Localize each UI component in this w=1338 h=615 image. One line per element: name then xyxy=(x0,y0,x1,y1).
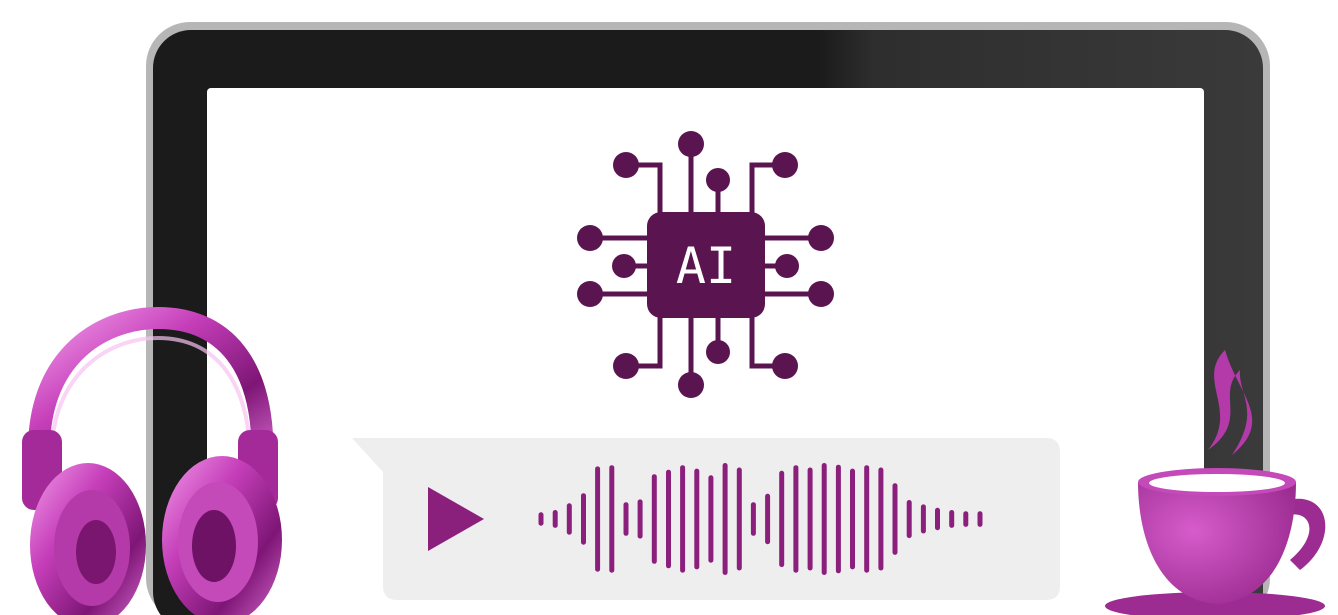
waveform-bar xyxy=(750,502,756,536)
waveform-bar xyxy=(793,465,799,573)
waveform-bar xyxy=(680,465,686,573)
waveform-bar xyxy=(977,511,983,527)
waveform-bar xyxy=(581,493,586,545)
waveform-bar xyxy=(963,511,969,527)
waveform-bar xyxy=(892,483,898,555)
waveform-bar xyxy=(821,463,827,575)
waveform-bar xyxy=(694,468,700,570)
waveform-bar xyxy=(765,493,771,545)
cup-coffee xyxy=(1149,474,1285,492)
waveform-bar xyxy=(722,463,728,575)
waveform-bar xyxy=(920,504,926,534)
waveform-bar xyxy=(935,507,940,531)
audio-message xyxy=(352,438,1060,600)
waveform-bar xyxy=(807,467,813,571)
waveform-bar xyxy=(949,510,955,528)
ai-chip-label: AI xyxy=(676,237,736,295)
waveform-bar xyxy=(835,464,841,574)
waveform-bar xyxy=(538,512,544,526)
waveform-bar xyxy=(637,499,643,539)
waveform-bar xyxy=(906,500,912,539)
waveform-bar xyxy=(736,467,742,571)
waveform-bar xyxy=(666,469,671,569)
waveform-bar xyxy=(609,465,615,573)
waveform-bar xyxy=(878,467,884,571)
waveform-bar xyxy=(850,468,855,570)
waveform-bar xyxy=(708,475,714,563)
waveform-bar xyxy=(651,474,657,564)
waveform-bar xyxy=(566,503,572,535)
waveform-bar xyxy=(595,466,601,572)
waveform-bar xyxy=(623,502,629,536)
scene: AI xyxy=(22,22,1326,615)
waveform-bar xyxy=(552,510,558,528)
waveform-bar xyxy=(864,465,870,573)
waveform-bar xyxy=(779,470,785,568)
